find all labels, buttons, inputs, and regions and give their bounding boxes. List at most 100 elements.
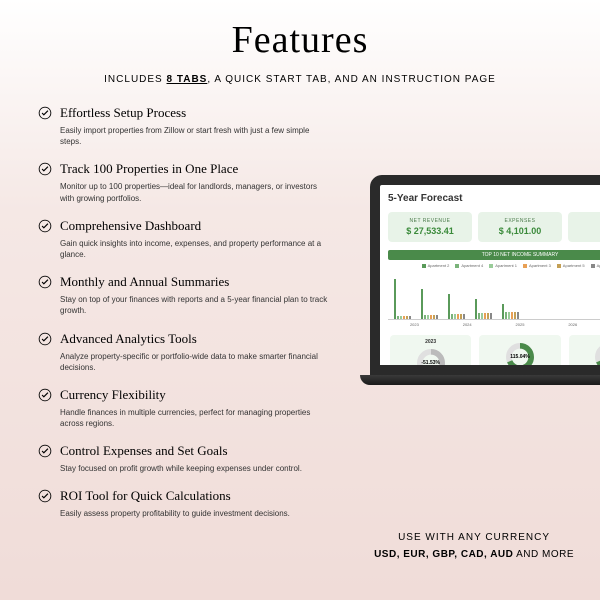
footer-line2: USD, EUR, GBP, CAD, AUD AND MORE bbox=[374, 549, 574, 560]
year-label: 2024 bbox=[463, 322, 472, 327]
legend-item: Apartment 2 bbox=[422, 263, 450, 268]
donut-card: 2023 -51.53% bbox=[390, 335, 471, 375]
year-label: 2023 bbox=[410, 322, 419, 327]
bar-group bbox=[421, 289, 438, 319]
stat-value: $ 4,101.00 bbox=[482, 226, 558, 236]
stat-card: NET I $ 23, bbox=[568, 212, 600, 242]
laptop-base bbox=[360, 375, 600, 385]
laptop-mockup: 5-Year Forecast NET REVENUE $ 27,533.41 EX… bbox=[370, 175, 600, 405]
subtitle-prefix: INCLUDES bbox=[104, 74, 166, 85]
footer-currencies: USD, EUR, GBP, CAD, AUD bbox=[374, 549, 513, 560]
year-label: 2026 bbox=[568, 322, 577, 327]
feature-item: ROI Tool for Quick Calculations Easily as… bbox=[38, 488, 328, 519]
feature-title: ROI Tool for Quick Calculations bbox=[60, 488, 231, 504]
subtitle-tabs: 8 TABS bbox=[167, 74, 208, 85]
bar bbox=[457, 314, 459, 319]
bar-group bbox=[502, 304, 519, 319]
stat-label: NET I bbox=[572, 218, 600, 224]
feature-item: Track 100 Properties in One PlaceMonitor… bbox=[38, 161, 328, 203]
bar bbox=[490, 313, 492, 319]
bar bbox=[508, 312, 510, 319]
bar bbox=[436, 315, 438, 319]
donut-row: 2023 -51.53% 115.04% bbox=[388, 335, 600, 375]
bar bbox=[484, 313, 486, 319]
bar bbox=[403, 316, 405, 319]
bar-chart bbox=[388, 272, 600, 320]
footer-suffix: AND MORE bbox=[513, 549, 574, 560]
bar bbox=[406, 316, 408, 319]
feature-desc: Stay focused on profit growth while keep… bbox=[60, 463, 328, 474]
bar bbox=[460, 314, 462, 319]
check-icon bbox=[38, 332, 52, 346]
bar bbox=[421, 289, 423, 319]
feature-title: Comprehensive Dashboard bbox=[60, 218, 201, 234]
stat-value: $ 23, bbox=[572, 226, 600, 236]
laptop-screen: 5-Year Forecast NET REVENUE $ 27,533.41 EX… bbox=[370, 175, 600, 375]
feature-item: Control Expenses and Set Goals Stay focus… bbox=[38, 443, 328, 474]
bar bbox=[463, 314, 465, 319]
feature-desc: Stay on top of your finances with report… bbox=[60, 294, 328, 316]
bar bbox=[517, 312, 519, 319]
stat-value: $ 27,533.41 bbox=[392, 226, 468, 236]
bar bbox=[430, 315, 432, 319]
bar bbox=[505, 312, 507, 319]
footer-line1: USE WITH ANY CURRENCY bbox=[374, 532, 574, 543]
feature-item: Currency Flexibility Handle finances in m… bbox=[38, 387, 328, 429]
bar bbox=[424, 315, 426, 319]
check-icon bbox=[38, 388, 52, 402]
donut-chart: -51.53% bbox=[415, 347, 447, 375]
feature-desc: Monitor up to 100 properties—ideal for l… bbox=[60, 181, 328, 203]
legend-item: Apartment 1 bbox=[489, 263, 517, 268]
feature-item: Comprehensive Dashboard Gain quick insigh… bbox=[38, 218, 328, 260]
subtitle: INCLUDES 8 TABS, A QUICK START TAB, AND … bbox=[0, 74, 600, 85]
page-title: Features bbox=[0, 0, 600, 62]
bar bbox=[400, 316, 402, 319]
check-icon bbox=[38, 275, 52, 289]
bar bbox=[427, 315, 429, 319]
feature-title: Effortless Setup Process bbox=[60, 105, 186, 121]
bar bbox=[454, 314, 456, 319]
donut-year: 2023 bbox=[425, 339, 436, 345]
donut-card: 115.04% bbox=[479, 335, 560, 375]
feature-title: Currency Flexibility bbox=[60, 387, 166, 403]
donut-card bbox=[569, 335, 600, 375]
legend-item: Apartment 5 bbox=[557, 263, 585, 268]
chart-header: TOP 10 NET INCOME SUMMARY bbox=[388, 250, 600, 260]
feature-desc: Gain quick insights into income, expense… bbox=[60, 238, 328, 260]
check-icon bbox=[38, 444, 52, 458]
bar bbox=[394, 279, 396, 319]
legend-item: Apartment 6 bbox=[591, 263, 600, 268]
feature-title: Control Expenses and Set Goals bbox=[60, 443, 228, 459]
bar bbox=[514, 312, 516, 319]
stat-label: EXPENSES bbox=[482, 218, 558, 224]
bar bbox=[475, 299, 477, 319]
donut-value: -51.53% bbox=[421, 360, 440, 366]
feature-desc: Easily assess property profitability to … bbox=[60, 508, 328, 519]
check-icon bbox=[38, 106, 52, 120]
features-list: Effortless Setup Process Easily import pr… bbox=[38, 105, 328, 534]
check-icon bbox=[38, 489, 52, 503]
chart-years: 20232024202520262027 bbox=[388, 322, 600, 327]
forecast-title: 5-Year Forecast bbox=[388, 193, 600, 204]
donut-chart bbox=[593, 341, 600, 373]
feature-desc: Easily import properties from Zillow or … bbox=[60, 125, 328, 147]
feature-title: Advanced Analytics Tools bbox=[60, 331, 197, 347]
bar-group bbox=[475, 299, 492, 319]
stat-card: NET REVENUE $ 27,533.41 bbox=[388, 212, 472, 242]
stat-label: NET REVENUE bbox=[392, 218, 468, 224]
bar bbox=[481, 313, 483, 319]
feature-desc: Analyze property-specific or portfolio-w… bbox=[60, 351, 328, 373]
donut-chart: 115.04% bbox=[504, 341, 536, 373]
feature-title: Monthly and Annual Summaries bbox=[60, 274, 229, 290]
feature-desc: Handle finances in multiple currencies, … bbox=[60, 407, 328, 429]
bar bbox=[448, 294, 450, 319]
legend-item: Apartment 3 bbox=[523, 263, 551, 268]
feature-item: Advanced Analytics Tools Analyze property… bbox=[38, 331, 328, 373]
bar bbox=[487, 313, 489, 319]
check-icon bbox=[38, 162, 52, 176]
subtitle-suffix: , A QUICK START TAB, AND AN INSTRUCTION … bbox=[207, 74, 496, 85]
bar bbox=[409, 316, 411, 319]
chart-legend: Apartment 2Apartment 4Apartment 1Apartme… bbox=[388, 263, 600, 268]
donut-value: 115.04% bbox=[510, 354, 529, 360]
bar-group bbox=[394, 279, 411, 319]
